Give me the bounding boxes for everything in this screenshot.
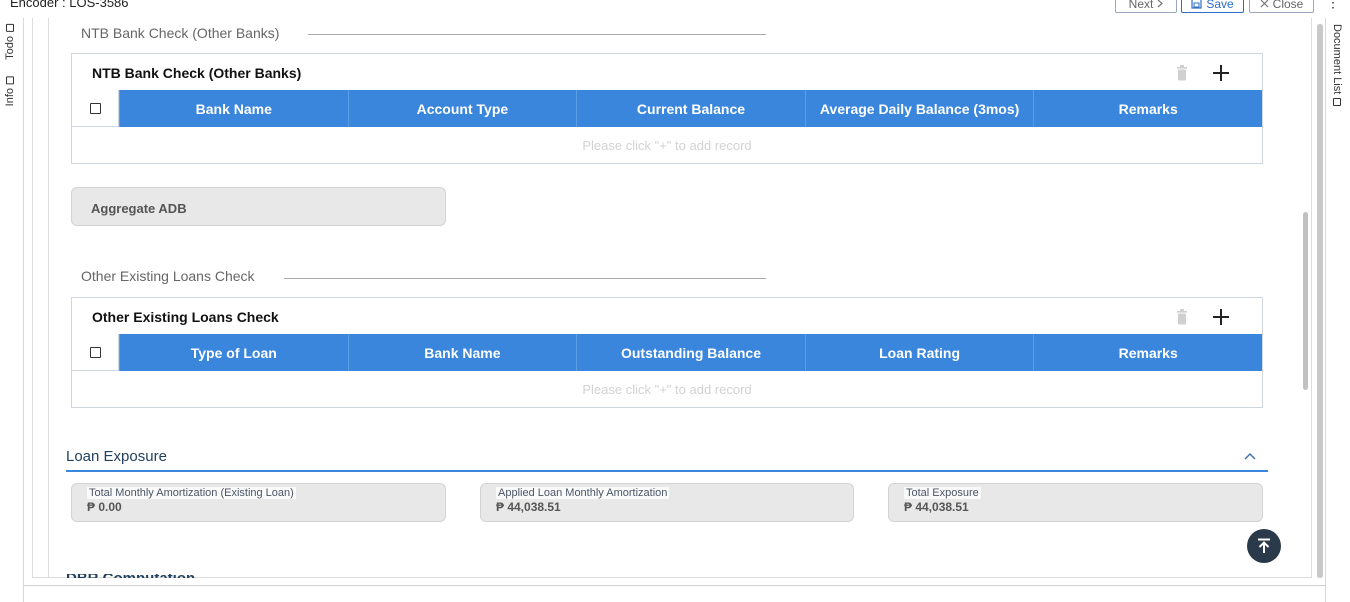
todo-icon xyxy=(6,24,14,32)
col-average-daily-balance[interactable]: Average Daily Balance (3mos) xyxy=(804,90,1034,127)
total-monthly-amortization-value: ₱ 0.00 xyxy=(87,500,122,514)
right-rail: Document List xyxy=(1325,18,1350,602)
loans-select-all[interactable] xyxy=(72,334,119,371)
total-exposure-label: Total Exposure xyxy=(904,487,981,499)
select-all-checkbox[interactable] xyxy=(89,102,101,114)
bottom-divider xyxy=(24,585,1325,586)
ntb-legend-line xyxy=(308,34,766,35)
inner-scrollbar-thumb[interactable] xyxy=(1303,212,1308,390)
scroll-to-top-button[interactable] xyxy=(1247,529,1281,563)
save-icon xyxy=(1191,0,1202,9)
next-button-label: Next xyxy=(1128,0,1154,11)
info-icon xyxy=(6,76,14,84)
add-record-icon[interactable] xyxy=(1212,308,1230,326)
applied-loan-amortization-value: ₱ 44,038.51 xyxy=(496,500,561,514)
total-exposure-field[interactable]: Total Exposure ₱ 44,038.51 xyxy=(888,483,1263,522)
aggregate-adb-field[interactable]: Aggregate ADB xyxy=(71,187,446,226)
close-button[interactable]: Close xyxy=(1249,0,1314,13)
ntb-panel-title: NTB Bank Check (Other Banks) xyxy=(92,65,302,81)
loans-empty-message: Please click "+" to add record xyxy=(582,381,752,397)
save-button-label: Save xyxy=(1206,0,1234,11)
loans-grid-header: Type of Loan Bank Name Outstanding Balan… xyxy=(72,334,1262,371)
select-all-checkbox[interactable] xyxy=(89,346,101,358)
col-bank-name[interactable]: Bank Name xyxy=(347,334,577,371)
trash-icon[interactable] xyxy=(1176,65,1188,81)
left-rail: Todo Info xyxy=(0,18,24,602)
ntb-select-all[interactable] xyxy=(72,90,119,127)
col-loan-rating[interactable]: Loan Rating xyxy=(804,334,1034,371)
next-button[interactable]: Next xyxy=(1115,0,1177,13)
loans-legend: Other Existing Loans Check xyxy=(81,268,255,284)
col-remarks[interactable]: Remarks xyxy=(1033,334,1262,371)
todo-tab-label: Todo xyxy=(4,36,16,60)
loans-legend-line xyxy=(284,278,766,279)
document-list-icon xyxy=(1333,98,1341,107)
chevron-right-icon xyxy=(1157,0,1164,8)
app-title: Encoder : LOS-3586 xyxy=(10,0,129,10)
loan-exposure-title[interactable]: Loan Exposure xyxy=(66,448,167,465)
chevron-up-icon[interactable] xyxy=(1244,452,1256,460)
ntb-grid-panel: NTB Bank Check (Other Banks) Bank Name A… xyxy=(71,53,1263,164)
save-button[interactable]: Save xyxy=(1181,0,1244,13)
content-inner-border xyxy=(48,18,49,578)
document-list-label: Document List xyxy=(1331,24,1343,95)
arrow-up-to-top-icon xyxy=(1258,538,1270,553)
loan-exposure-underline xyxy=(66,470,1268,472)
col-current-balance[interactable]: Current Balance xyxy=(576,90,805,127)
loans-panel-title: Other Existing Loans Check xyxy=(92,309,279,325)
ntb-empty-message: Please click "+" to add record xyxy=(582,137,752,153)
more-vertical-icon[interactable]: ⋮ xyxy=(1326,0,1340,11)
aggregate-adb-label: Aggregate ADB xyxy=(91,201,187,216)
total-monthly-amortization-field[interactable]: Total Monthly Amortization (Existing Loa… xyxy=(71,483,446,522)
info-tab[interactable]: Info xyxy=(4,76,16,106)
col-outstanding-balance[interactable]: Outstanding Balance xyxy=(576,334,805,371)
applied-loan-amortization-field[interactable]: Applied Loan Monthly Amortization ₱ 44,0… xyxy=(480,483,854,522)
info-tab-label: Info xyxy=(4,88,16,107)
trash-icon[interactable] xyxy=(1176,309,1188,325)
top-bar: Encoder : LOS-3586 Next Save Close ⋮ xyxy=(0,0,1350,18)
ntb-legend: NTB Bank Check (Other Banks) xyxy=(81,25,280,41)
page-scrollbar-thumb[interactable] xyxy=(1317,24,1323,578)
col-account-type[interactable]: Account Type xyxy=(347,90,577,127)
todo-tab[interactable]: Todo xyxy=(4,24,16,60)
close-icon xyxy=(1260,0,1269,8)
total-monthly-amortization-label: Total Monthly Amortization (Existing Loa… xyxy=(87,487,296,499)
dbr-computation-title[interactable]: DBR Computation xyxy=(66,574,195,578)
document-list-tab[interactable]: Document List xyxy=(1331,24,1343,107)
col-remarks[interactable]: Remarks xyxy=(1033,90,1262,127)
add-record-icon[interactable] xyxy=(1212,64,1230,82)
col-type-of-loan[interactable]: Type of Loan xyxy=(119,334,348,371)
total-exposure-value: ₱ 44,038.51 xyxy=(904,500,969,514)
close-button-label: Close xyxy=(1272,0,1304,11)
ntb-grid-header: Bank Name Account Type Current Balance A… xyxy=(72,90,1262,127)
loans-grid-panel: Other Existing Loans Check Type of Loan … xyxy=(71,297,1263,408)
applied-loan-amortization-label: Applied Loan Monthly Amortization xyxy=(496,487,670,499)
col-bank-name[interactable]: Bank Name xyxy=(119,90,348,127)
